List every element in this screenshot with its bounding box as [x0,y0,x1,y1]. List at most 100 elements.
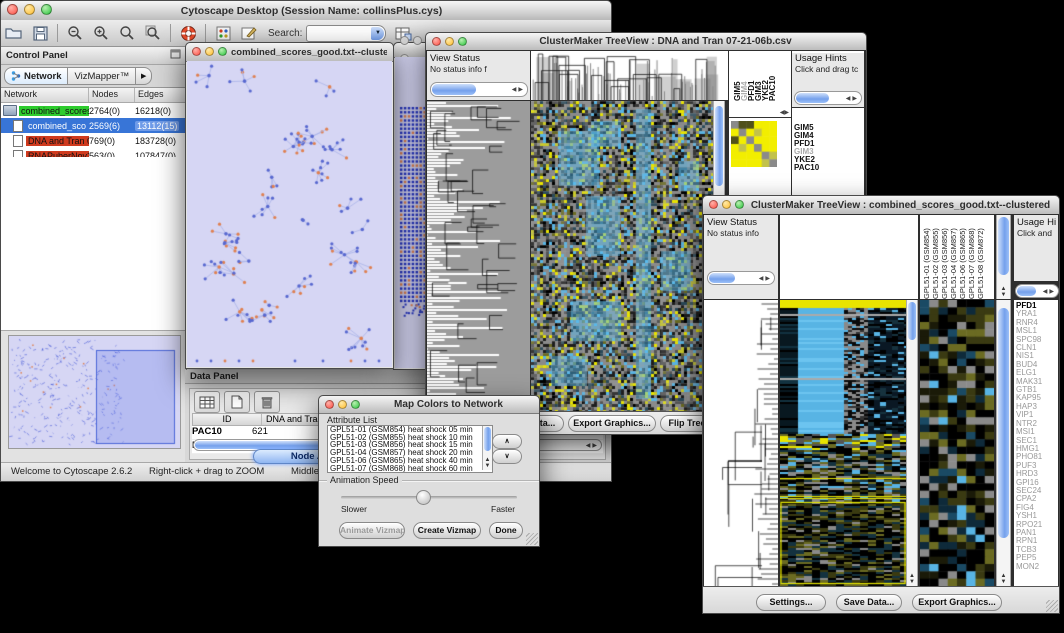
close-icon[interactable] [7,4,18,15]
view-status-hscrollbar[interactable]: ◀▶ [707,271,775,285]
minimize-icon[interactable] [413,36,422,45]
view-status-hscrollbar[interactable]: ◀▶ [430,82,528,97]
document-icon [13,135,23,147]
plugins-icon[interactable] [210,22,236,44]
row-dendrogram-canvas[interactable] [427,101,530,411]
animation-slider-thumb[interactable] [416,490,431,505]
treeview2-column-dendrogram-area[interactable] [780,215,918,299]
search-dropdown-icon[interactable]: ▼ [371,27,384,40]
attribute-item[interactable]: GPL51-07 (GSM868) heat shock 60 min [328,465,492,473]
treeview2-view-status-panel: View Status No status info ◀▶ [704,215,778,299]
tab-overflow-icon[interactable]: ▶ [136,67,152,85]
network-canvas-area[interactable] [187,61,392,367]
treeview2-zoom-panel[interactable] [920,300,994,586]
close-icon[interactable] [325,400,334,409]
usage-hints-hscrollbar[interactable]: ◀▶ [794,91,862,105]
treeview1-row-dendrogram[interactable] [427,101,530,411]
network-window-titlebar[interactable]: combined_scores_good.txt--cluste... [186,43,393,62]
minimize-icon[interactable] [445,37,454,46]
network-table-body: combined_scores2764(0)16218(0)combined_s… [1,103,186,163]
treeview1-column-dendrogram[interactable] [531,51,728,100]
col-edges[interactable]: Edges [135,88,186,102]
similarity-matrix-canvas[interactable] [731,121,777,167]
treeview2-titlebar[interactable]: ClusterMaker TreeView : combined_scores_… [703,196,1059,215]
attribute-list-label: Attribute List [327,415,377,425]
col-nodes[interactable]: Nodes [89,88,135,102]
zoom-in-icon[interactable] [88,22,114,44]
maximize-icon[interactable] [218,47,227,56]
float-panel-icon[interactable] [170,49,181,62]
treeview2-row-dendrogram[interactable] [704,300,778,586]
treeview2-heatmap-vscrollbar[interactable]: ▲▼ [906,300,918,586]
annotation-icon[interactable] [236,22,262,44]
network-row[interactable]: combined_sco2569(6)13112(15) [1,118,186,133]
heatmap-canvas[interactable] [531,101,713,411]
maximize-icon[interactable] [41,4,52,15]
zoom-out-icon[interactable] [62,22,88,44]
status-zoom-hint: Right-click + drag to ZOOM [149,466,264,477]
move-down-button[interactable]: ∨ [492,449,522,464]
zoom-fit-icon[interactable] [140,22,166,44]
save-icon[interactable] [27,22,53,44]
zoom-heatmap-canvas[interactable] [920,300,994,586]
attribute-table-icon[interactable] [194,391,220,413]
treeview2-top-vscrollbar[interactable]: ▲▼ [996,215,1011,299]
col-id[interactable]: ID [193,414,262,425]
network-row[interactable]: DNA and Tran 07769(0)183728(0) [1,133,186,148]
network-canvas[interactable] [187,61,392,367]
close-icon[interactable] [400,36,409,45]
row-dendrogram-canvas[interactable] [704,300,778,586]
animate-vizmap-button[interactable]: Animate Vizmap [339,522,405,539]
tab-network[interactable]: Network [4,67,68,85]
close-icon[interactable] [432,37,441,46]
mini-hscroll-arrows-icon[interactable]: ◀▶ [780,109,789,116]
attribute-list[interactable]: GPL51-01 (GSM854) heat shock 05 minGPL51… [327,425,493,473]
search-label: Search: [268,28,302,39]
column-label: GPL51-03 (GSM856) [940,218,949,299]
col-network[interactable]: Network [1,88,89,102]
zoom-selected-icon[interactable] [114,22,140,44]
settings-button[interactable]: Settings... [756,594,826,611]
minimize-icon[interactable] [722,200,731,209]
search-input[interactable]: ▼ [306,25,386,42]
new-attribute-icon[interactable] [224,391,250,413]
resize-grip-icon[interactable] [526,533,538,545]
column-dendrogram-canvas[interactable] [531,51,728,100]
cytoscape-titlebar[interactable]: Cytoscape Desktop (Session Name: collins… [1,1,611,21]
close-icon[interactable] [192,47,201,56]
export-graphics-button[interactable]: Export Graphics... [568,415,656,432]
network-row[interactable]: combined_scores2764(0)16218(0) [1,103,186,118]
treeview2-heatmap[interactable] [780,300,906,586]
close-icon[interactable] [709,200,718,209]
maximize-icon[interactable] [458,37,467,46]
dialog-titlebar[interactable]: Map Colors to Network [319,396,539,414]
network-nodes-cell: 769(0) [89,136,135,146]
gene-label[interactable]: PAC10 [792,164,864,172]
treeview2-gene-vscrollbar[interactable]: ▲▼ [996,300,1011,586]
minimize-icon[interactable] [205,47,214,56]
done-button[interactable]: Done [489,522,523,539]
network-overview-panel[interactable] [8,335,181,449]
minimize-icon[interactable] [338,400,347,409]
treeview1-titlebar[interactable]: ClusterMaker TreeView : DNA and Tran 07-… [426,33,866,51]
network-name: DNA and Tran 07 [26,136,89,146]
minimize-icon[interactable] [24,4,35,15]
maximize-icon[interactable] [351,400,360,409]
attribute-list-vscrollbar[interactable]: ▲▼ [482,426,492,470]
maximize-icon[interactable] [735,200,744,209]
delete-attribute-icon[interactable] [254,391,280,413]
resize-grip-icon[interactable] [1046,600,1058,612]
save-data-button[interactable]: Save Data... [836,594,902,611]
network-overview-canvas[interactable] [9,336,180,448]
create-vizmap-button[interactable]: Create Vizmap [413,522,481,539]
treeview2-body: View Status No status info ◀▶ GPL51-01 (… [703,214,1059,586]
usage-hints-hscrollbar[interactable]: ◀▶ [1015,284,1059,298]
move-up-button[interactable]: ∧ [492,434,522,449]
treeview1-heatmap[interactable] [531,101,713,411]
tab-vizmapper[interactable]: VizMapper™ [68,67,136,85]
export-graphics-button[interactable]: Export Graphics... [912,594,1002,611]
help-ring-icon[interactable] [175,22,201,44]
heatmap-canvas[interactable] [780,300,906,586]
open-folder-icon[interactable] [1,22,27,44]
gene-label[interactable]: MON2 [1014,563,1058,571]
